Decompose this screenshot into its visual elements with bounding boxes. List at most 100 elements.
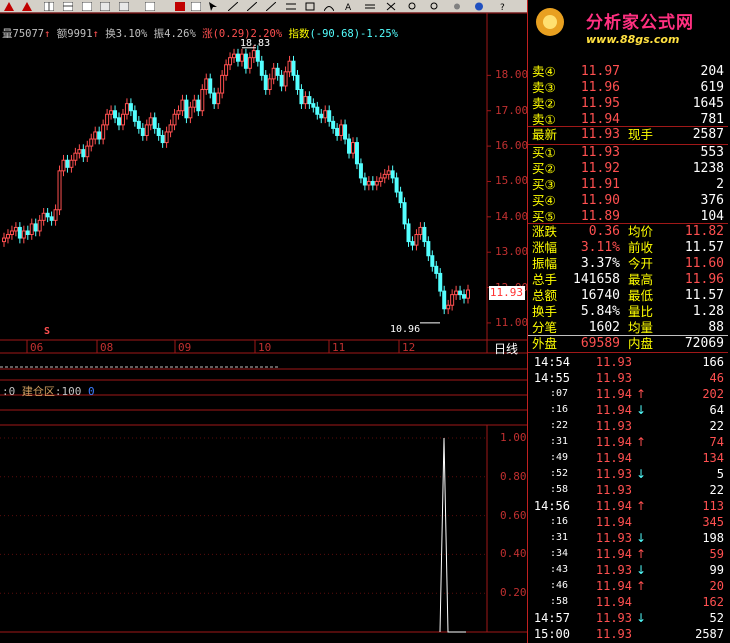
period-label[interactable]: 日线 [494, 340, 518, 357]
tick-price: 11.93 [595, 611, 632, 625]
tick-price: 11.94 [595, 595, 632, 609]
candle-body [77, 149, 82, 154]
tick-price: 11.93 [595, 483, 632, 497]
tick-row: 14:54 11.93 166 [528, 354, 728, 370]
tick-time: :22 [549, 420, 568, 431]
tick-volume: 22 [709, 419, 724, 433]
candle-body [45, 212, 50, 218]
candle-body [65, 159, 70, 168]
tick-price: 11.94 [595, 387, 632, 401]
x-tick-label: 10 [258, 341, 272, 354]
candle-body [267, 78, 272, 91]
outer-value: 69589 [580, 336, 620, 351]
ask-volume: 1645 [692, 96, 724, 111]
indicator-sep: :100 [54, 385, 82, 398]
candle-body [204, 78, 209, 91]
candle-body [156, 127, 161, 136]
candle-body [57, 170, 62, 211]
x-tick-label: 08 [100, 341, 114, 354]
quote-panel: 分析家公式网 www.88gs.com 卖④ 11.97 204 卖③ 11.96 619… [527, 0, 730, 643]
indicator-name[interactable]: 建仓区 [22, 385, 55, 398]
tick-volume: 5 [716, 467, 724, 481]
candle-body [335, 127, 340, 136]
stat-row: 总手 141658 最高 11.96 [528, 272, 728, 288]
tick-price: 11.93 [595, 467, 632, 481]
candle-body [61, 159, 66, 172]
bid-label: 买① [532, 145, 556, 160]
stat-label: 均价 [628, 224, 654, 239]
candle-body [113, 110, 118, 119]
ask-label: 卖③ [532, 80, 556, 95]
candle-body [279, 74, 284, 87]
tick-volume: 20 [709, 579, 724, 593]
tick-row: :58 11.94 162 [528, 594, 728, 610]
candle-body [188, 106, 193, 119]
stat-label: 量比 [628, 304, 654, 319]
candle-body [105, 113, 110, 126]
x-tick-label: 11 [332, 341, 346, 354]
tick-volume: 198 [702, 531, 724, 545]
stat-value: 11.96 [684, 272, 724, 287]
tick-price: 11.94 [595, 403, 632, 417]
last-price: 11.93 [580, 127, 620, 142]
candle-body [386, 170, 391, 175]
last-price-row: 最新 11.93 现手 2587 [528, 127, 728, 143]
candle-body [315, 106, 320, 115]
candle-body [450, 294, 455, 306]
tick-price: 11.94 [595, 515, 632, 529]
candle-body [180, 99, 185, 112]
candle-body [243, 53, 248, 69]
ask-volume: 619 [700, 80, 724, 95]
tick-time: 15:00 [533, 627, 570, 641]
y-tick-label: 15.00 [495, 174, 529, 188]
tick-price: 11.93 [595, 371, 632, 385]
logo-url[interactable]: www.88gs.com [586, 33, 679, 46]
tick-price: 11.93 [595, 355, 632, 369]
candle-body [426, 241, 431, 257]
price-chart[interactable] [0, 0, 527, 643]
tick-row: 14:57 11.93 ↓ 52 [528, 610, 728, 626]
candle-body [17, 226, 22, 239]
indicator-value: 0 [88, 385, 95, 398]
tick-volume: 166 [702, 355, 724, 369]
stat-value: 11.57 [684, 240, 724, 255]
stat-label: 前收 [628, 240, 654, 255]
candle-body [117, 117, 122, 126]
candle-body [172, 113, 177, 126]
candle-body [176, 110, 181, 115]
tick-row: :46 11.94 ↑ 20 [528, 578, 728, 594]
inner-value: 72069 [684, 336, 724, 351]
tick-volume: 345 [702, 515, 724, 529]
tick-time: 14:54 [533, 355, 570, 369]
up-arrow-icon: ↑ [636, 579, 647, 593]
lower-y-tick-label: 0.80 [500, 469, 527, 483]
bid-label: 买④ [532, 193, 556, 208]
tick-price: 11.93 [595, 627, 632, 641]
bid-price: 11.93 [580, 145, 620, 160]
candle-body [29, 223, 34, 236]
bid-row: 买③ 11.91 2 [528, 177, 728, 193]
tick-time: 14:55 [533, 371, 570, 385]
bid-price: 11.91 [580, 177, 620, 192]
stat-value: 0.36 [588, 224, 620, 239]
outer-inner-row: 外盘 69589 内盘 72069 [528, 336, 728, 352]
down-arrow-icon: ↓ [636, 531, 647, 545]
y-tick-label: 13.00 [495, 245, 529, 259]
candle-body [446, 304, 451, 310]
tick-time: :31 [549, 532, 568, 543]
lower-y-tick-label: 0.20 [500, 586, 527, 600]
candle-body [354, 142, 359, 165]
tick-time: :58 [549, 484, 568, 495]
lower-y-tick-label: 0.40 [500, 547, 527, 561]
candle-body [148, 117, 153, 126]
lower-y-tick-label: 0.60 [500, 508, 527, 522]
candle-body [259, 60, 264, 76]
stat-row: 分笔 1602 均量 88 [528, 320, 728, 336]
candle-body [33, 223, 38, 232]
candle-body [374, 180, 379, 186]
candle-body [247, 57, 252, 69]
candle-body [13, 226, 18, 232]
stat-value: 11.60 [684, 256, 724, 271]
candle-body [93, 131, 98, 140]
high-marker: 18.83 [240, 38, 271, 49]
